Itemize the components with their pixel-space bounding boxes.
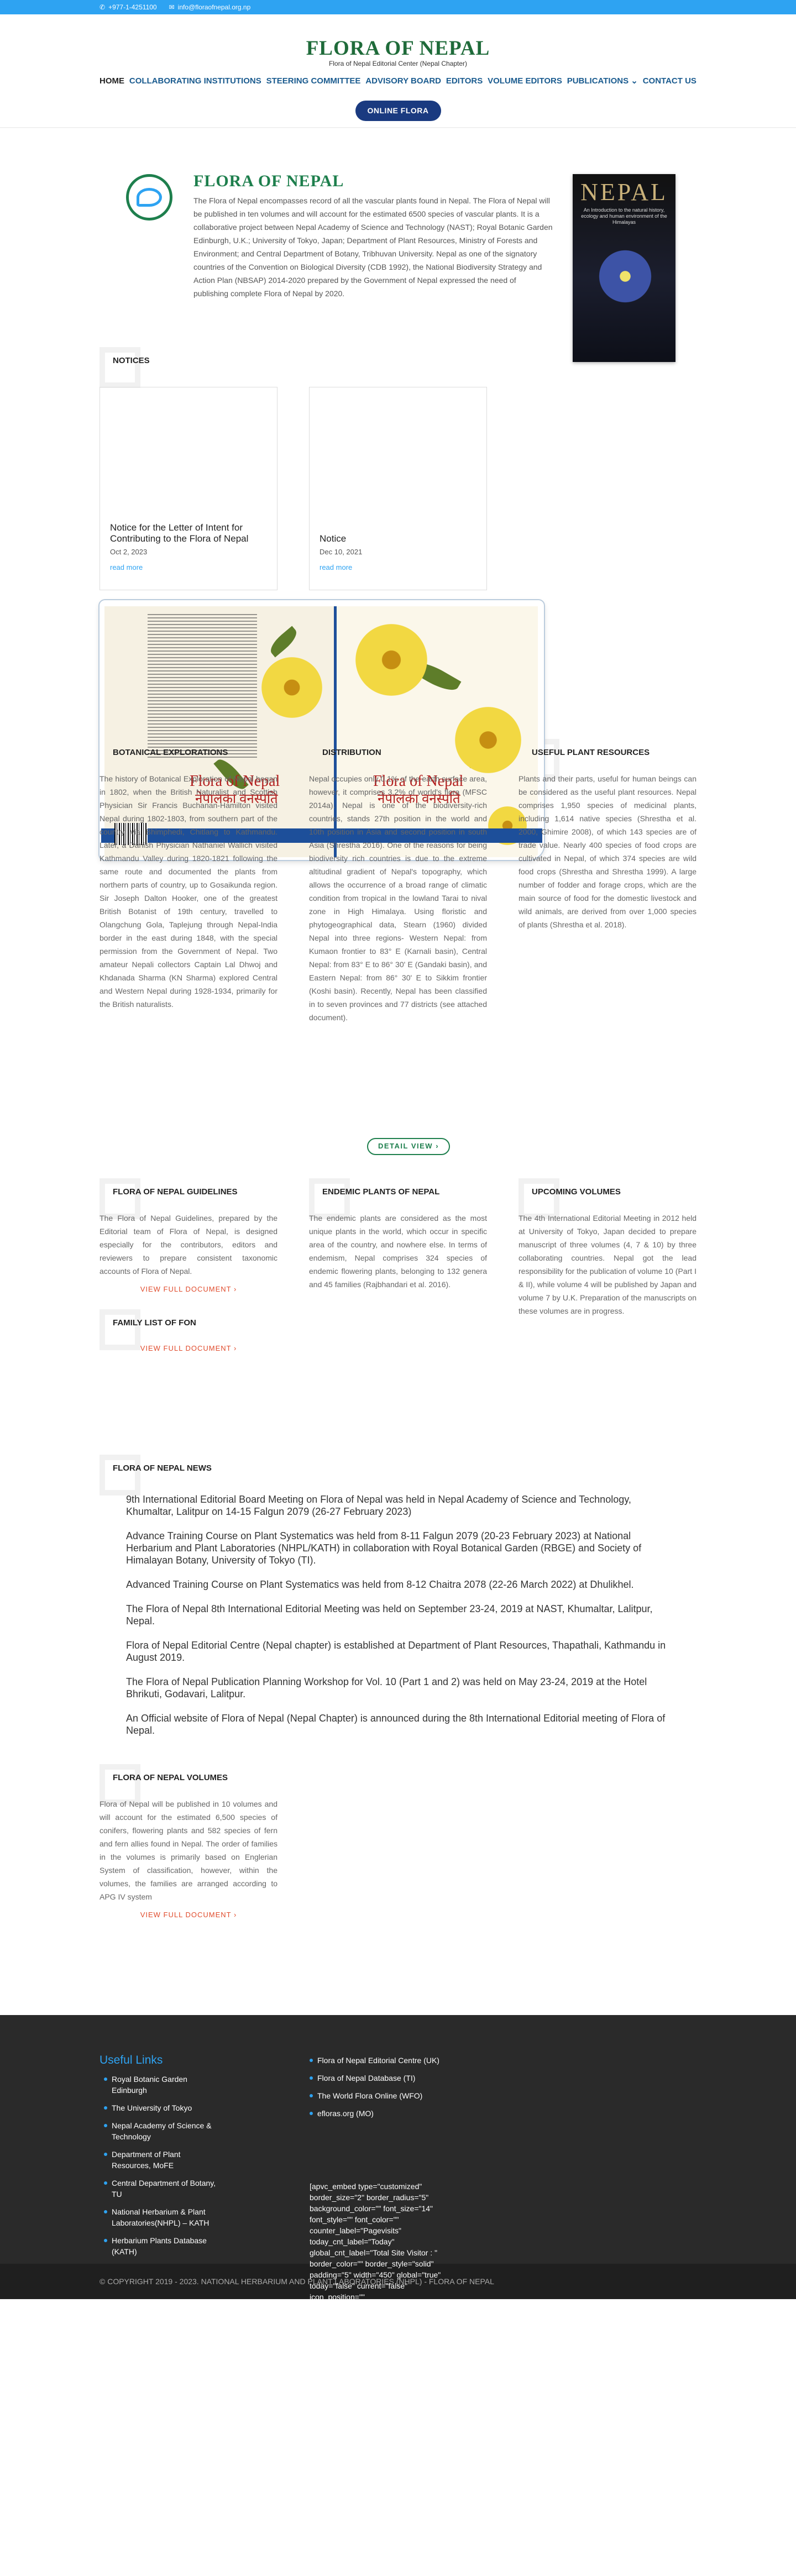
distribution-text: Nepal occupies only 0.1% of the earth su… bbox=[309, 774, 487, 1022]
useful-links-heading: Useful Links bbox=[100, 2054, 163, 2066]
useful-links-left: Royal Botanic Garden Edinburgh The Unive… bbox=[104, 2074, 220, 2264]
intro-heading: FLORA OF NEPAL bbox=[193, 172, 344, 190]
distribution-heading: DISTRIBUTION bbox=[309, 739, 487, 780]
nav-publications[interactable]: PUBLICATIONS ⌄ bbox=[567, 74, 638, 88]
endemic-plants: ENDEMIC PLANTS OF NEPAL The endemic plan… bbox=[309, 1178, 487, 1291]
yellow-flower-image bbox=[355, 624, 427, 696]
notices-heading: NOTICES bbox=[100, 347, 150, 388]
view-guidelines-link[interactable]: VIEW FULL DOCUMENT › bbox=[100, 1283, 277, 1296]
notice-date: Oct 2, 2023 bbox=[110, 548, 148, 557]
site-footer: Useful Links Royal Botanic Garden Edinbu… bbox=[0, 2015, 796, 2312]
news-item: An Official website of Flora of Nepal (N… bbox=[126, 1713, 666, 1736]
footer-link[interactable]: efloras.org (MO) bbox=[310, 2108, 475, 2119]
news-item: The Flora of Nepal Publication Planning … bbox=[126, 1676, 647, 1699]
botanical-heading: BOTANICAL EXPLORATIONS bbox=[100, 739, 277, 780]
features-row-1: BOTANICAL EXPLORATIONS The history of Bo… bbox=[100, 739, 696, 1186]
nav-collaborating-institutions[interactable]: COLLABORATING INSTITUTIONS bbox=[129, 74, 261, 88]
main-content: FLORA OF NEPAL The Flora of Nepal encomp… bbox=[100, 128, 696, 2015]
guidelines-heading: FLORA OF NEPAL GUIDELINES bbox=[100, 1178, 277, 1219]
footer-link[interactable]: Herbarium Plants Database (KATH) bbox=[104, 2235, 220, 2257]
online-flora-button[interactable]: ONLINE FLORA bbox=[355, 101, 441, 121]
view-family-list-link[interactable]: VIEW FULL DOCUMENT › bbox=[100, 1342, 277, 1355]
useful-heading: USEFUL PLANT RESOURCES bbox=[519, 739, 696, 780]
upcoming-text: The 4th International Editorial Meeting … bbox=[519, 1214, 696, 1315]
nav-contact-us[interactable]: CONTACT US bbox=[643, 74, 696, 88]
news-heading: FLORA OF NEPAL NEWS bbox=[100, 1455, 696, 1496]
footer-link[interactable]: Royal Botanic Garden Edinburgh bbox=[104, 2074, 220, 2096]
useful-links-right: Flora of Nepal Editorial Centre (UK) Flo… bbox=[310, 2055, 475, 2126]
news-item: 9th International Editorial Board Meetin… bbox=[126, 1494, 631, 1517]
notices-section: NOTICES Notice for the Letter of Intent … bbox=[100, 347, 696, 860]
phone-link[interactable]: ✆ +977-1-4251100 bbox=[100, 2, 157, 13]
endemic-text: The endemic plants are considered as the… bbox=[309, 1214, 487, 1289]
upcoming-heading: UPCOMING VOLUMES bbox=[519, 1178, 696, 1219]
volumes: FLORA OF NEPAL VOLUMES Flora of Nepal wi… bbox=[100, 1764, 277, 1922]
blue-flower-image bbox=[595, 246, 656, 307]
site-subtitle: Flora of Nepal Editorial Center (Nepal C… bbox=[328, 60, 468, 67]
top-bar: ✆ +977-1-4251100 ✉ info@floraofnepal.org.n… bbox=[0, 0, 796, 14]
notice-date: Dec 10, 2021 bbox=[320, 548, 363, 557]
news-list: 9th International Editorial Board Meetin… bbox=[126, 1493, 696, 1736]
guidelines-text: The Flora of Nepal Guidelines, prepared … bbox=[100, 1214, 277, 1276]
nepal-book-cover[interactable]: NEPAL An Introduction to the natural his… bbox=[573, 174, 675, 362]
phone-icon: ✆ bbox=[100, 3, 106, 11]
detail-view-button[interactable]: DETAIL VIEW › bbox=[367, 1138, 451, 1155]
book-title: NEPAL bbox=[580, 179, 668, 206]
notice-title[interactable]: Notice for the Letter of Intent for Cont… bbox=[110, 522, 270, 544]
footer-link[interactable]: Central Department of Botany, TU bbox=[104, 2178, 220, 2200]
upcoming-volumes: UPCOMING VOLUMES The 4th International E… bbox=[519, 1178, 696, 1318]
footer-link[interactable]: Flora of Nepal Editorial Centre (UK) bbox=[310, 2055, 475, 2066]
notice-title[interactable]: Notice bbox=[320, 533, 480, 544]
mail-icon: ✉ bbox=[169, 3, 175, 11]
useful-text: Plants and their parts, useful for human… bbox=[519, 774, 696, 929]
intro-text: The Flora of Nepal encompasses record of… bbox=[193, 196, 553, 298]
cover-blurb bbox=[148, 614, 257, 758]
volumes-section: FLORA OF NEPAL VOLUMES Flora of Nepal wi… bbox=[100, 1764, 696, 2015]
speech-bubble-logo-icon bbox=[126, 174, 172, 221]
botanical-explorations: BOTANICAL EXPLORATIONS The history of Bo… bbox=[100, 739, 277, 1011]
read-more-link[interactable]: read more bbox=[110, 562, 143, 574]
view-volumes-link[interactable]: VIEW FULL DOCUMENT › bbox=[100, 1909, 277, 1922]
useful-plant-resources: USEFUL PLANT RESOURCES Plants and their … bbox=[519, 739, 696, 931]
news-item: The Flora of Nepal 8th International Edi… bbox=[126, 1603, 653, 1627]
visitor-counter-shortcode: [apvc_embed type="customized" border_siz… bbox=[310, 2182, 441, 2312]
nav-editors[interactable]: EDITORS bbox=[446, 74, 483, 88]
features-row-2: FLORA OF NEPAL GUIDELINES The Flora of N… bbox=[100, 1178, 696, 1462]
volumes-heading: FLORA OF NEPAL VOLUMES bbox=[100, 1764, 277, 1805]
footer-link[interactable]: The World Flora Online (WFO) bbox=[310, 2090, 475, 2101]
footer-link[interactable]: National Herbarium & Plant Laboratories(… bbox=[104, 2206, 220, 2228]
yellow-flower-image bbox=[261, 657, 322, 718]
site-logo[interactable]: FLORA OF NEPAL Flora of Nepal Editorial … bbox=[0, 14, 796, 68]
family-heading: FAMILY LIST OF FON bbox=[100, 1309, 277, 1350]
footer-link[interactable]: The University of Tokyo bbox=[104, 2102, 220, 2113]
news-item: Advanced Training Course on Plant System… bbox=[126, 1579, 634, 1590]
main-nav: HOME COLLABORATING INSTITUTIONS STEERING… bbox=[100, 74, 696, 88]
site-header: FLORA OF NEPAL Flora of Nepal Editorial … bbox=[0, 14, 796, 128]
footer-link[interactable]: Nepal Academy of Science & Technology bbox=[104, 2120, 220, 2142]
endemic-heading: ENDEMIC PLANTS OF NEPAL bbox=[309, 1178, 487, 1219]
news-section: FLORA OF NEPAL NEWS 9th International Ed… bbox=[100, 1455, 696, 1772]
read-more-link[interactable]: read more bbox=[320, 562, 352, 574]
footer-link[interactable]: Flora of Nepal Database (TI) bbox=[310, 2073, 475, 2084]
nav-advisory-board[interactable]: ADVISORY BOARD bbox=[365, 74, 441, 88]
nav-volume-editors[interactable]: VOLUME EDITORS bbox=[488, 74, 562, 88]
email-link[interactable]: ✉ info@floraofnepal.org.np bbox=[169, 2, 251, 13]
notice-card[interactable]: Notice Dec 10, 2021 read more bbox=[309, 387, 487, 590]
intro-section: FLORA OF NEPAL The Flora of Nepal encomp… bbox=[100, 128, 696, 362]
book-subtitle: An Introduction to the natural history, … bbox=[581, 207, 667, 225]
news-item: Advance Training Course on Plant Systema… bbox=[126, 1530, 642, 1566]
guidelines: FLORA OF NEPAL GUIDELINES The Flora of N… bbox=[100, 1178, 277, 1355]
volumes-text: Flora of Nepal will be published in 10 v… bbox=[100, 1799, 277, 1901]
footer-link[interactable]: Department of Plant Resources, MoFE bbox=[104, 2149, 220, 2171]
news-item: Flora of Nepal Editorial Centre (Nepal c… bbox=[126, 1640, 666, 1663]
nav-steering-committee[interactable]: STEERING COMMITTEE bbox=[266, 74, 361, 88]
botanical-text: The history of Botanical Exploration of … bbox=[100, 774, 277, 1009]
nav-home[interactable]: HOME bbox=[100, 74, 124, 88]
distribution: DISTRIBUTION Nepal occupies only 0.1% of… bbox=[309, 739, 487, 1024]
notice-card[interactable]: Notice for the Letter of Intent for Cont… bbox=[100, 387, 277, 590]
site-title: FLORA OF NEPAL bbox=[306, 37, 490, 60]
